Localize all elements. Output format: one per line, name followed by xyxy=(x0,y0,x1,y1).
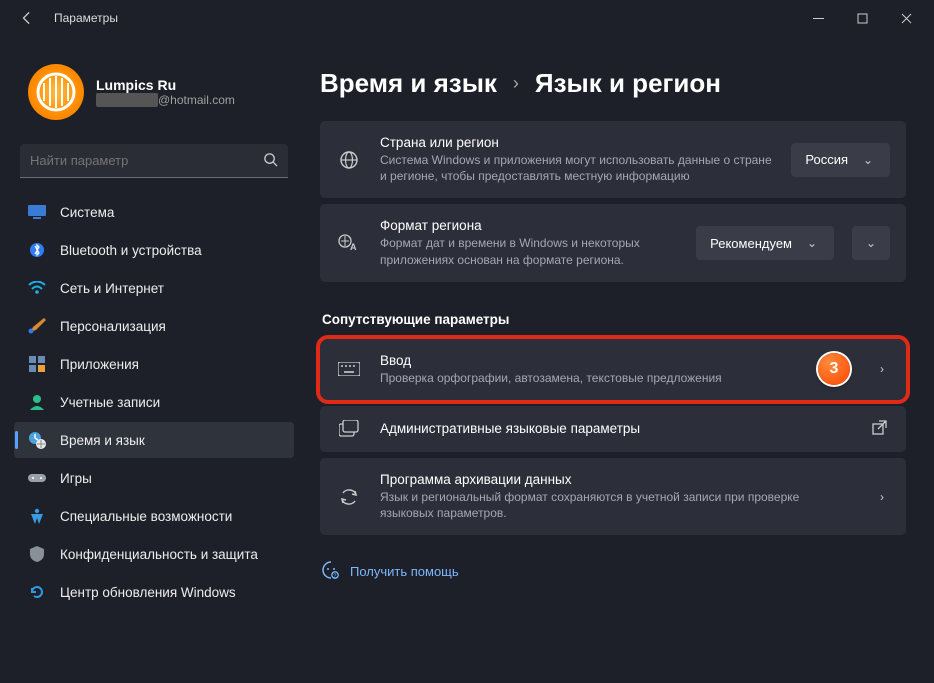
card-title: Страна или регион xyxy=(380,135,773,150)
sync-icon xyxy=(336,488,362,506)
svg-text:?: ? xyxy=(333,574,336,580)
back-button[interactable] xyxy=(14,5,40,31)
card-body: Страна или регион Система Windows и прил… xyxy=(380,135,773,184)
admin-language-card[interactable]: Административные языковые параметры xyxy=(320,406,906,452)
card-subtitle: Язык и региональный формат сохраняются в… xyxy=(380,489,856,521)
accessibility-icon xyxy=(28,507,46,525)
sidebar-item-label: Bluetooth и устройства xyxy=(60,243,202,258)
sidebar-item-label: Приложения xyxy=(60,357,139,372)
sidebar-item-accessibility[interactable]: Специальные возможности xyxy=(14,498,294,534)
shield-icon xyxy=(28,545,46,563)
help-icon: ? xyxy=(322,561,340,582)
keyboard-icon xyxy=(336,362,362,376)
dropdown-value: Россия xyxy=(805,152,848,167)
card-subtitle: Проверка орфографии, автозамена, текстов… xyxy=(380,370,800,386)
profile-name: Lumpics Ru xyxy=(96,77,235,93)
chevron-down-icon: ⌄ xyxy=(863,236,879,250)
search-box[interactable] xyxy=(20,144,288,178)
bluetooth-icon xyxy=(28,241,46,259)
sidebar: Lumpics Ru xxxxxxxxxx@hotmail.com Систем… xyxy=(0,36,308,683)
sidebar-item-system[interactable]: Система xyxy=(14,194,294,230)
main-content: Время и язык › Язык и регион Страна или … xyxy=(308,36,934,683)
card-subtitle: Формат дат и времени в Windows и некотор… xyxy=(380,235,678,267)
globe-icon xyxy=(336,150,362,170)
card-title: Административные языковые параметры xyxy=(380,421,854,436)
help-label: Получить помощь xyxy=(350,564,459,579)
typing-card[interactable]: Ввод Проверка орфографии, автозамена, те… xyxy=(320,339,906,400)
card-body: Программа архивации данных Язык и регион… xyxy=(380,472,856,521)
card-title: Программа архивации данных xyxy=(380,472,856,487)
sidebar-item-personalization[interactable]: Персонализация xyxy=(14,308,294,344)
titlebar: Параметры xyxy=(0,0,934,36)
sidebar-item-label: Система xyxy=(60,205,114,220)
close-button[interactable] xyxy=(884,3,928,33)
sidebar-item-gaming[interactable]: Игры xyxy=(14,460,294,496)
window-stack-icon xyxy=(336,420,362,438)
backup-card[interactable]: Программа архивации данных Язык и регион… xyxy=(320,458,906,535)
settings-window: Параметры xyxy=(0,0,934,683)
profile-text: Lumpics Ru xxxxxxxxxx@hotmail.com xyxy=(96,77,235,107)
chevron-down-icon: ⌄ xyxy=(804,236,820,250)
sidebar-item-label: Персонализация xyxy=(60,319,166,334)
sidebar-item-network[interactable]: Сеть и Интернет xyxy=(14,270,294,306)
window-title: Параметры xyxy=(54,11,118,25)
dropdown-value: Рекомендуем xyxy=(710,236,792,251)
sidebar-item-label: Центр обновления Windows xyxy=(60,585,236,600)
breadcrumb: Время и язык › Язык и регион xyxy=(308,68,906,99)
sidebar-item-label: Конфиденциальность и защита xyxy=(60,547,258,562)
get-help-link[interactable]: ? Получить помощь xyxy=(322,561,906,582)
wifi-icon xyxy=(28,279,46,297)
gamepad-icon xyxy=(28,469,46,487)
sidebar-item-label: Учетные записи xyxy=(60,395,160,410)
format-dropdown[interactable]: Рекомендуем ⌄ xyxy=(696,226,834,260)
sidebar-item-accounts[interactable]: Учетные записи xyxy=(14,384,294,420)
system-icon xyxy=(28,203,46,221)
sidebar-item-time-language[interactable]: Время и язык xyxy=(14,422,294,458)
update-icon xyxy=(28,583,46,601)
person-icon xyxy=(28,393,46,411)
breadcrumb-parent[interactable]: Время и язык xyxy=(320,68,497,99)
maximize-button[interactable] xyxy=(840,3,884,33)
search-input[interactable] xyxy=(30,153,263,168)
sidebar-item-apps[interactable]: Приложения xyxy=(14,346,294,382)
card-body: Административные языковые параметры xyxy=(380,421,854,436)
breadcrumb-current: Язык и регион xyxy=(535,68,721,99)
sidebar-item-label: Время и язык xyxy=(60,433,145,448)
search-icon xyxy=(263,152,278,170)
external-link-icon xyxy=(872,420,890,438)
chevron-right-icon: › xyxy=(874,362,890,376)
regional-format-card: A Формат региона Формат дат и времени в … xyxy=(320,204,906,281)
expand-button[interactable]: ⌄ xyxy=(852,226,890,260)
country-region-card: Страна или регион Система Windows и прил… xyxy=(320,121,906,198)
chevron-down-icon: ⌄ xyxy=(860,153,876,167)
sidebar-item-bluetooth[interactable]: Bluetooth и устройства xyxy=(14,232,294,268)
card-title: Формат региона xyxy=(380,218,678,233)
avatar xyxy=(28,64,84,120)
card-body: Ввод Проверка орфографии, автозамена, те… xyxy=(380,353,800,386)
related-settings-header: Сопутствующие параметры xyxy=(322,312,906,327)
sidebar-item-update[interactable]: Центр обновления Windows xyxy=(14,574,294,610)
chevron-right-icon: › xyxy=(513,73,519,94)
window-controls xyxy=(796,3,928,33)
sidebar-item-label: Специальные возможности xyxy=(60,509,232,524)
nav-list: Система Bluetooth и устройства Сеть и Ин… xyxy=(8,194,300,610)
annotation-marker: 3 xyxy=(818,353,850,385)
sidebar-item-privacy[interactable]: Конфиденциальность и защита xyxy=(14,536,294,572)
chevron-right-icon: › xyxy=(874,490,890,504)
brush-icon xyxy=(28,317,46,335)
sidebar-item-label: Сеть и Интернет xyxy=(60,281,164,296)
country-dropdown[interactable]: Россия ⌄ xyxy=(791,143,890,177)
card-body: Формат региона Формат дат и времени в Wi… xyxy=(380,218,678,267)
card-subtitle: Система Windows и приложения могут испол… xyxy=(380,152,773,184)
sidebar-item-label: Игры xyxy=(60,471,92,486)
card-title: Ввод xyxy=(380,353,800,368)
format-icon: A xyxy=(336,234,362,252)
profile-email: xxxxxxxxxx@hotmail.com xyxy=(96,93,235,107)
minimize-button[interactable] xyxy=(796,3,840,33)
svg-text:A: A xyxy=(350,242,357,252)
profile-block[interactable]: Lumpics Ru xxxxxxxxxx@hotmail.com xyxy=(8,36,300,138)
clock-globe-icon xyxy=(28,431,46,449)
apps-icon xyxy=(28,355,46,373)
